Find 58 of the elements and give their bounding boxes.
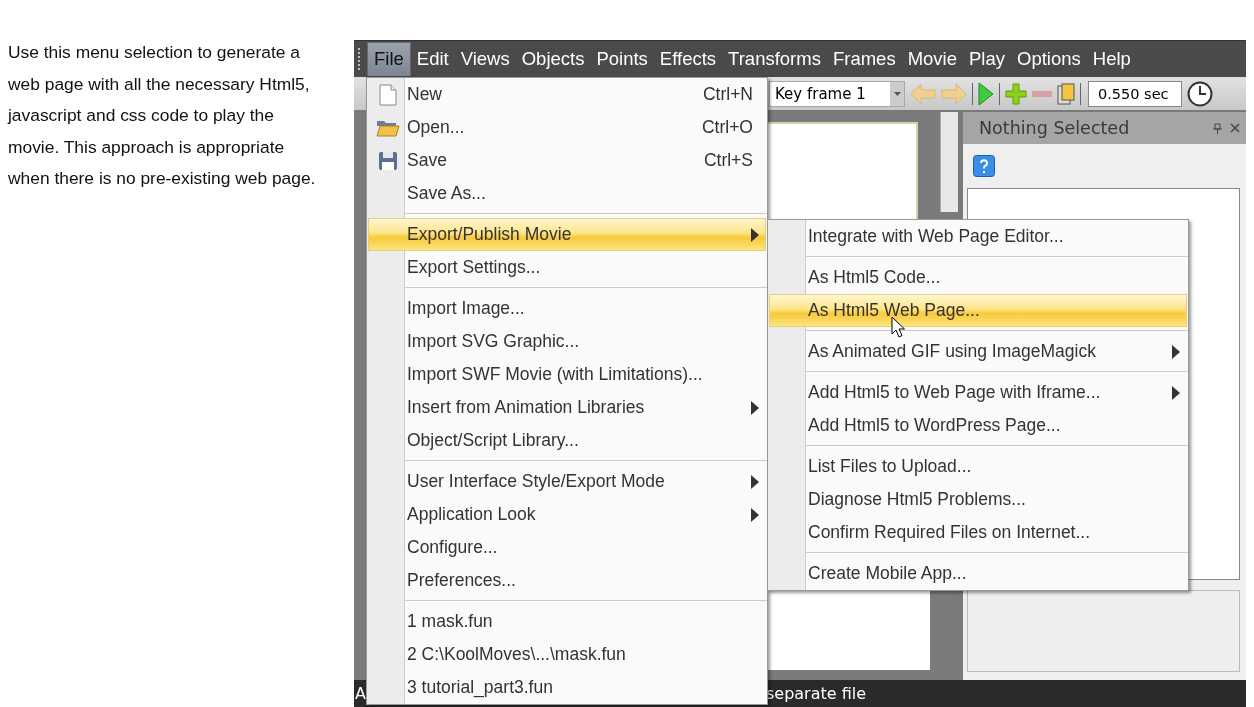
- folder-icon: [375, 118, 400, 137]
- menu-bar-item[interactable]: Movie: [901, 42, 963, 76]
- help-icon[interactable]: [973, 155, 995, 177]
- cursor-icon: [891, 316, 905, 338]
- status-text: A: [355, 684, 366, 703]
- panel-title: Nothing Selected: [979, 118, 1131, 138]
- dropdown-arrow-icon[interactable]: [893, 91, 901, 96]
- menu-item[interactable]: Diagnose Html5 Problems...: [769, 483, 1187, 516]
- menu-bar-item[interactable]: Transforms: [722, 42, 827, 76]
- menu-item[interactable]: Open... Ctrl+O: [368, 111, 766, 144]
- scrollbar[interactable]: [940, 112, 958, 212]
- menu-item[interactable]: Integrate with Web Page Editor...: [769, 220, 1187, 253]
- menu-item[interactable]: Confirm Required Files on Internet...: [769, 516, 1187, 549]
- menu-item[interactable]: Configure...: [368, 531, 766, 564]
- menu-item[interactable]: Add Html5 to Web Page with Iframe...: [769, 376, 1187, 409]
- status-text: separate file: [765, 684, 867, 703]
- menu-bar-item[interactable]: Points: [590, 42, 654, 76]
- menu-item[interactable]: Save Ctrl+S: [368, 144, 766, 177]
- menu-item[interactable]: Create Mobile App...: [769, 557, 1187, 590]
- clock-icon[interactable]: [1187, 80, 1213, 107]
- menu-item[interactable]: 3 tutorial_part3.fun: [368, 671, 766, 704]
- menu-bar-item[interactable]: Play: [963, 42, 1011, 76]
- menu-item[interactable]: Export/Publish Movie: [368, 218, 766, 251]
- menu-item[interactable]: Import Image...: [368, 292, 766, 325]
- menu-bar-item[interactable]: Edit: [410, 42, 455, 76]
- menu-bar-item[interactable]: Help: [1086, 42, 1137, 76]
- menu-item[interactable]: Export Settings...: [368, 251, 766, 284]
- menu-item[interactable]: As Html5 Code...: [769, 261, 1187, 294]
- time-field[interactable]: 0.550 sec: [1088, 80, 1182, 107]
- menu-bar-item[interactable]: File: [367, 42, 411, 76]
- menu-item[interactable]: New Ctrl+N: [368, 78, 766, 111]
- menu-bar-item[interactable]: Views: [454, 42, 516, 76]
- play-icon[interactable]: [978, 81, 994, 106]
- blank-page-icon: [378, 83, 397, 106]
- menu-item[interactable]: Application Look: [368, 498, 766, 531]
- frame-dropdown[interactable]: Key frame 1: [769, 80, 905, 107]
- menu-item[interactable]: Import SVG Graphic...: [368, 325, 766, 358]
- pin-icon[interactable]: [1213, 122, 1222, 134]
- menu-item[interactable]: Save As...: [368, 177, 766, 210]
- plus-icon[interactable]: [1005, 82, 1027, 105]
- film-frames-icon[interactable]: [1057, 82, 1075, 105]
- menu-item[interactable]: Import SWF Movie (with Limitations)...: [368, 358, 766, 391]
- menu-item[interactable]: 1 mask.fun: [368, 605, 766, 638]
- menu-item[interactable]: Object/Script Library...: [368, 424, 766, 457]
- menu-item[interactable]: As Animated GIF using ImageMagick: [769, 335, 1187, 368]
- menu-item[interactable]: 2 C:\KoolMoves\...\mask.fun: [368, 638, 766, 671]
- menu-item[interactable]: User Interface Style/Export Mode: [368, 465, 766, 498]
- menu-item[interactable]: List Files to Upload...: [769, 450, 1187, 483]
- menu-bar-item[interactable]: Frames: [826, 42, 902, 76]
- close-icon[interactable]: [1230, 123, 1240, 133]
- menu-bar-item[interactable]: Effects: [653, 42, 723, 76]
- menu-bar-item[interactable]: Options: [1011, 42, 1087, 76]
- menu-item[interactable]: Preferences...: [368, 564, 766, 597]
- menu-item[interactable]: Add Html5 to WordPress Page...: [769, 409, 1187, 442]
- menu-bar-item[interactable]: Objects: [515, 42, 591, 76]
- instruction-text: Use this menu selection to generate a web page with all the necessary Html5, javascript and css code to play the movie. This approach is appropriate when there is no pre-existing web page.: [8, 41, 317, 191]
- menu-item[interactable]: As Html5 Web Page...: [769, 294, 1187, 327]
- menu-item[interactable]: Insert from Animation Libraries: [368, 391, 766, 424]
